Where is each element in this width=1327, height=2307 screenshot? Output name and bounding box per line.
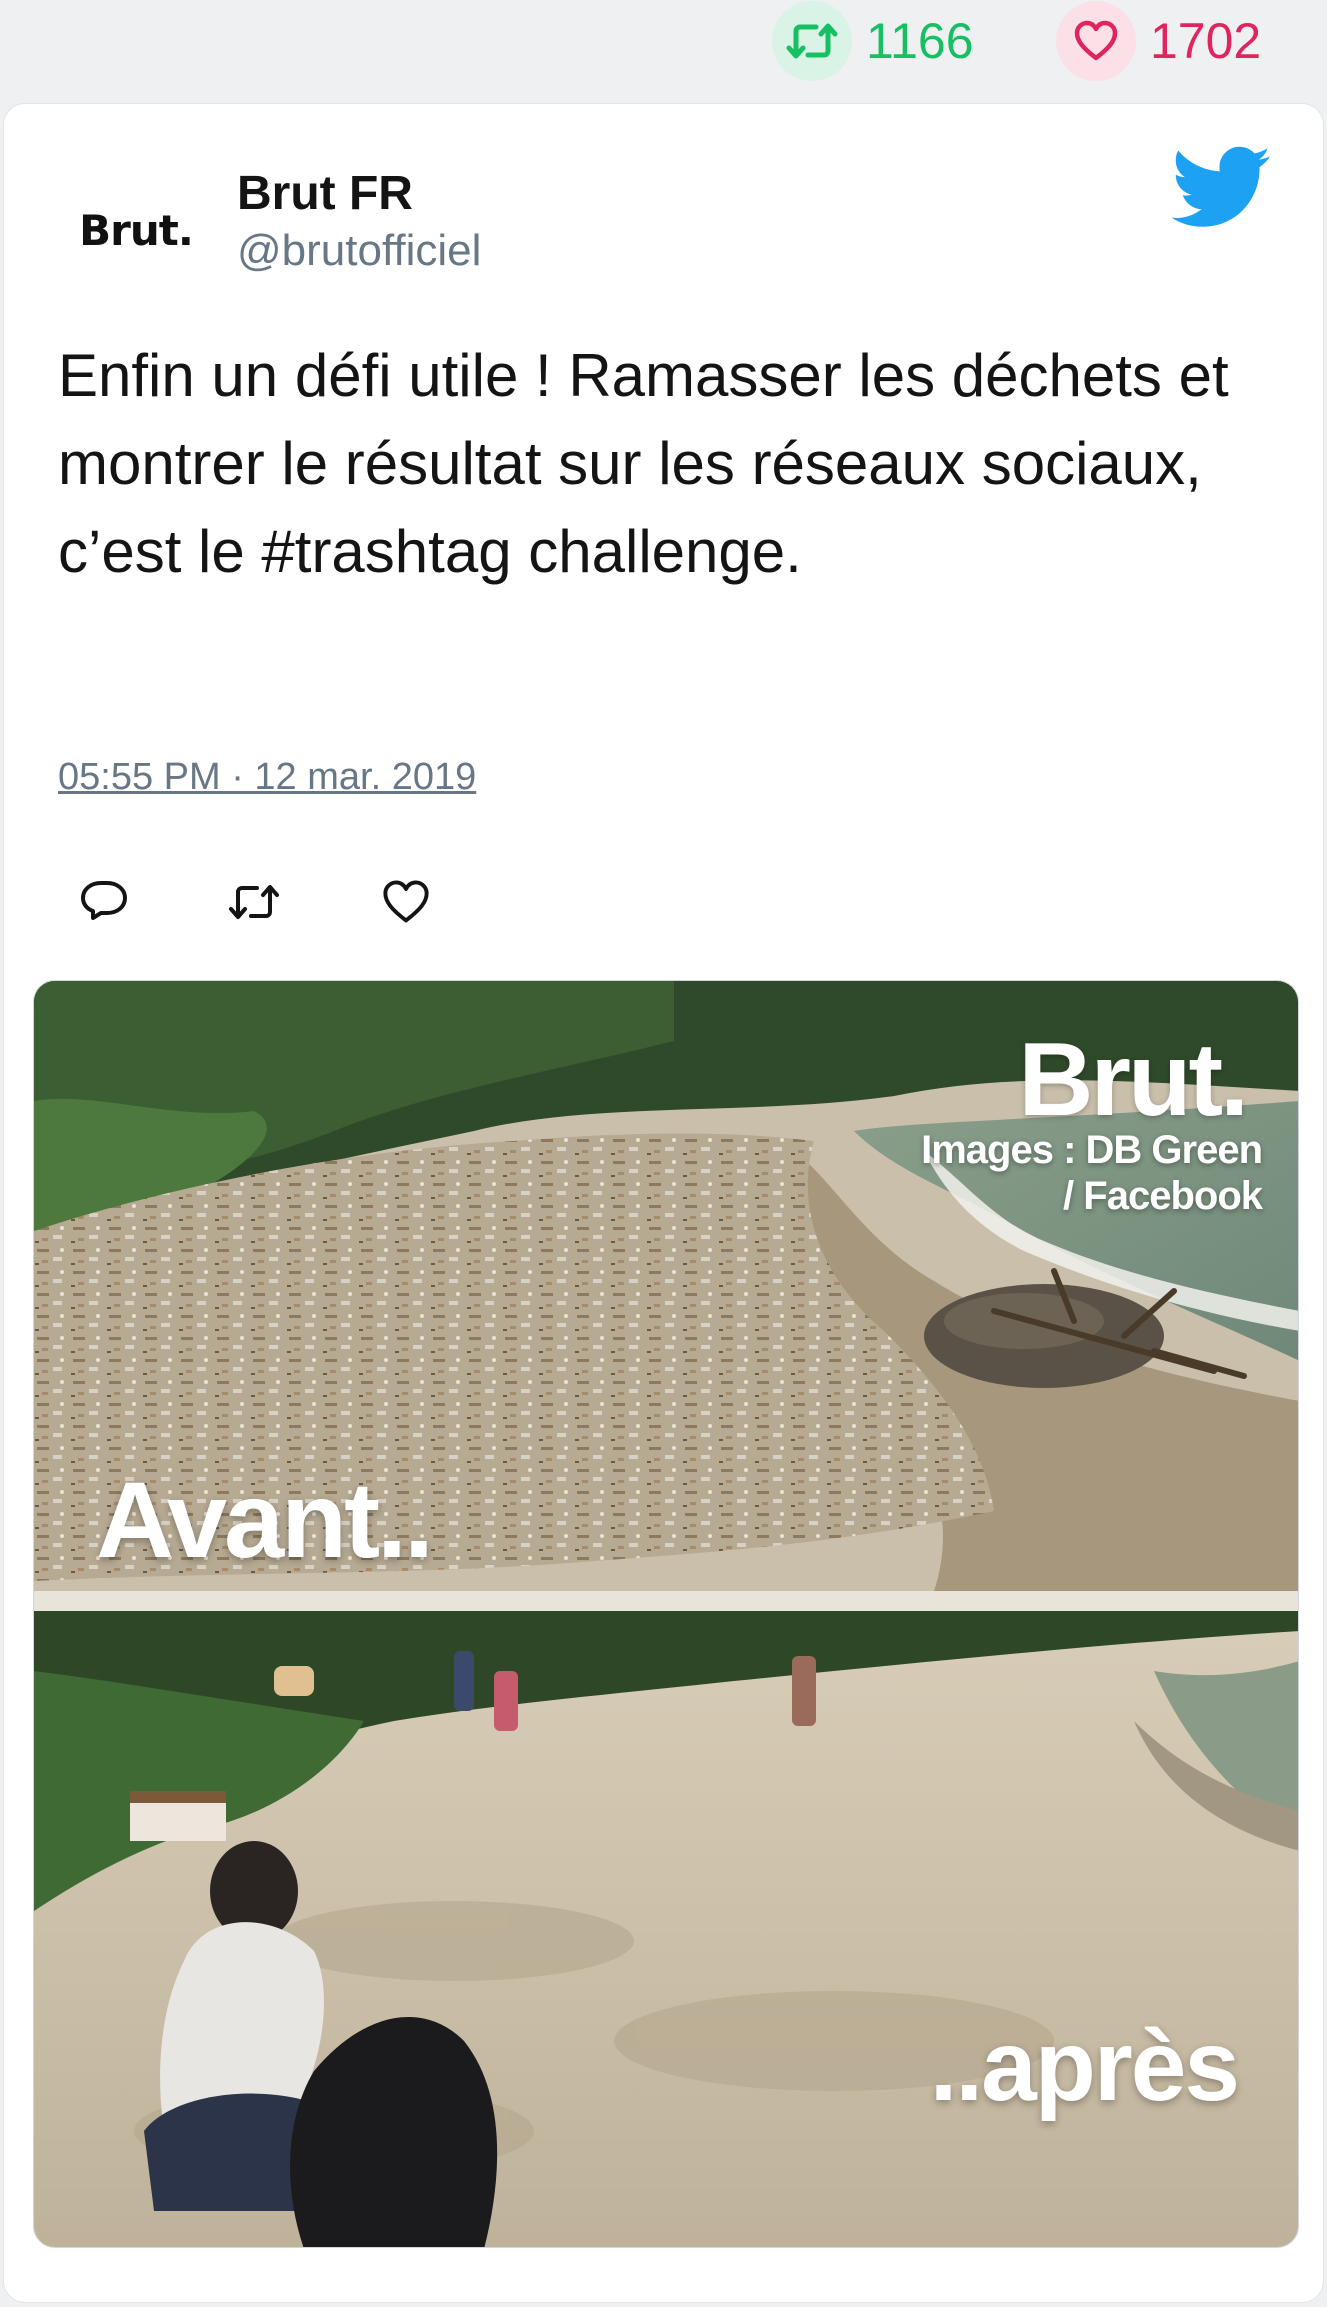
after-photo: ..après	[34, 1611, 1298, 2247]
avatar[interactable]: Brut.	[76, 190, 196, 270]
retweet-icon	[229, 885, 279, 919]
twitter-bird-icon[interactable]	[1172, 146, 1272, 230]
author-handle[interactable]: @brutofficiel	[237, 226, 481, 276]
retweet-count-stat[interactable]: 1166	[772, 1, 974, 81]
tweet-stats-bar: 1166 1702	[0, 0, 1327, 100]
like-count-stat[interactable]: 1702	[1056, 1, 1262, 81]
retweet-button[interactable]	[224, 872, 284, 932]
after-label: ..après	[929, 2010, 1240, 2122]
tweet-text: Enfin un défi utile ! Ramasser les déche…	[58, 342, 1229, 585]
heart-icon	[383, 880, 429, 923]
brut-watermark: Brut.	[1018, 1022, 1249, 1138]
before-label: Avant..	[96, 1459, 434, 1580]
retweet-count: 1166	[866, 13, 974, 69]
heart-icon	[1056, 1, 1136, 81]
photo-divider	[34, 1591, 1298, 1611]
like-button[interactable]	[376, 872, 436, 932]
tweet-card: Brut. Brut FR @brutofficiel Enfin un déf…	[3, 103, 1324, 2303]
before-photo: Brut. Images : DB Green / Facebook Avant…	[34, 981, 1298, 1591]
image-credit-line2: / Facebook	[1063, 1174, 1263, 1218]
tweet-timestamp-link[interactable]: 05:55 PM · 12 mar. 2019	[58, 756, 476, 799]
retweet-icon	[772, 1, 852, 81]
reply-button[interactable]	[74, 872, 134, 932]
avatar-logo-text: Brut.	[79, 205, 194, 255]
image-credit: Images : DB Green / Facebook	[921, 1127, 1263, 1219]
image-credit-line1: Images : DB Green	[921, 1128, 1263, 1172]
author-name[interactable]: Brut FR	[237, 166, 413, 221]
tweet-media-image[interactable]: Brut. Images : DB Green / Facebook Avant…	[33, 980, 1299, 2248]
reply-icon	[81, 881, 127, 920]
like-count: 1702	[1150, 13, 1262, 69]
